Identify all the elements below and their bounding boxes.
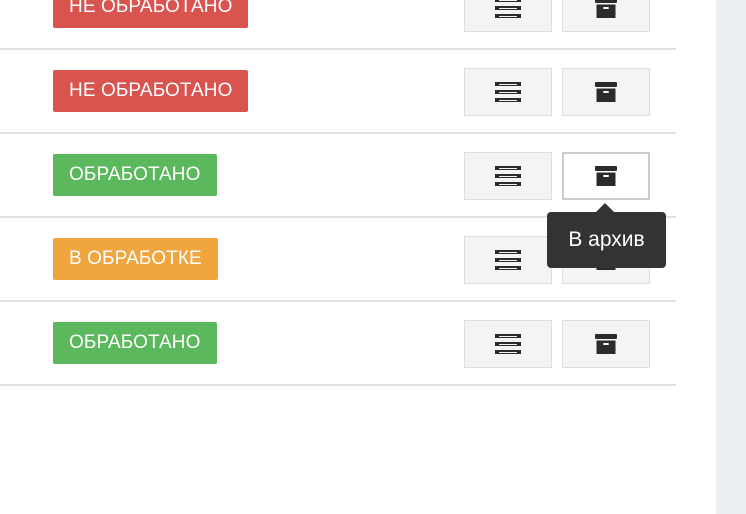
table-row: ОБРАБОТАНО bbox=[0, 134, 676, 218]
details-button[interactable] bbox=[464, 0, 552, 32]
list-details-icon bbox=[495, 0, 521, 18]
status-badge: НЕ ОБРАБОТАНО bbox=[53, 70, 249, 112]
archive-box-icon bbox=[595, 334, 617, 354]
tooltip-arrow bbox=[596, 203, 614, 212]
archive-box-icon bbox=[595, 166, 617, 186]
details-button[interactable] bbox=[464, 236, 552, 284]
archive-button[interactable] bbox=[562, 152, 650, 200]
list-details-icon bbox=[495, 166, 521, 186]
list-details-icon bbox=[495, 250, 521, 270]
table-row: НЕ ОБРАБОТАНО bbox=[0, 0, 676, 50]
archive-box-icon bbox=[595, 82, 617, 102]
archive-button[interactable] bbox=[562, 0, 650, 32]
archive-button[interactable] bbox=[562, 68, 650, 116]
table-row: НЕ ОБРАБОТАНО bbox=[0, 50, 676, 134]
archive-tooltip: В архив bbox=[547, 212, 666, 268]
side-panel bbox=[716, 0, 746, 514]
status-badge: ОБРАБОТАНО bbox=[53, 154, 217, 196]
status-badge: В ОБРАБОТКЕ bbox=[53, 238, 218, 280]
archive-button[interactable] bbox=[562, 320, 650, 368]
details-button[interactable] bbox=[464, 320, 552, 368]
status-badge: НЕ ОБРАБОТАНО bbox=[53, 0, 249, 28]
archive-box-icon bbox=[595, 0, 617, 18]
list-details-icon bbox=[495, 334, 521, 354]
details-button[interactable] bbox=[464, 68, 552, 116]
status-badge: ОБРАБОТАНО bbox=[53, 322, 217, 364]
list-details-icon bbox=[495, 82, 521, 102]
details-button[interactable] bbox=[464, 152, 552, 200]
table-row: ОБРАБОТАНО bbox=[0, 302, 676, 386]
